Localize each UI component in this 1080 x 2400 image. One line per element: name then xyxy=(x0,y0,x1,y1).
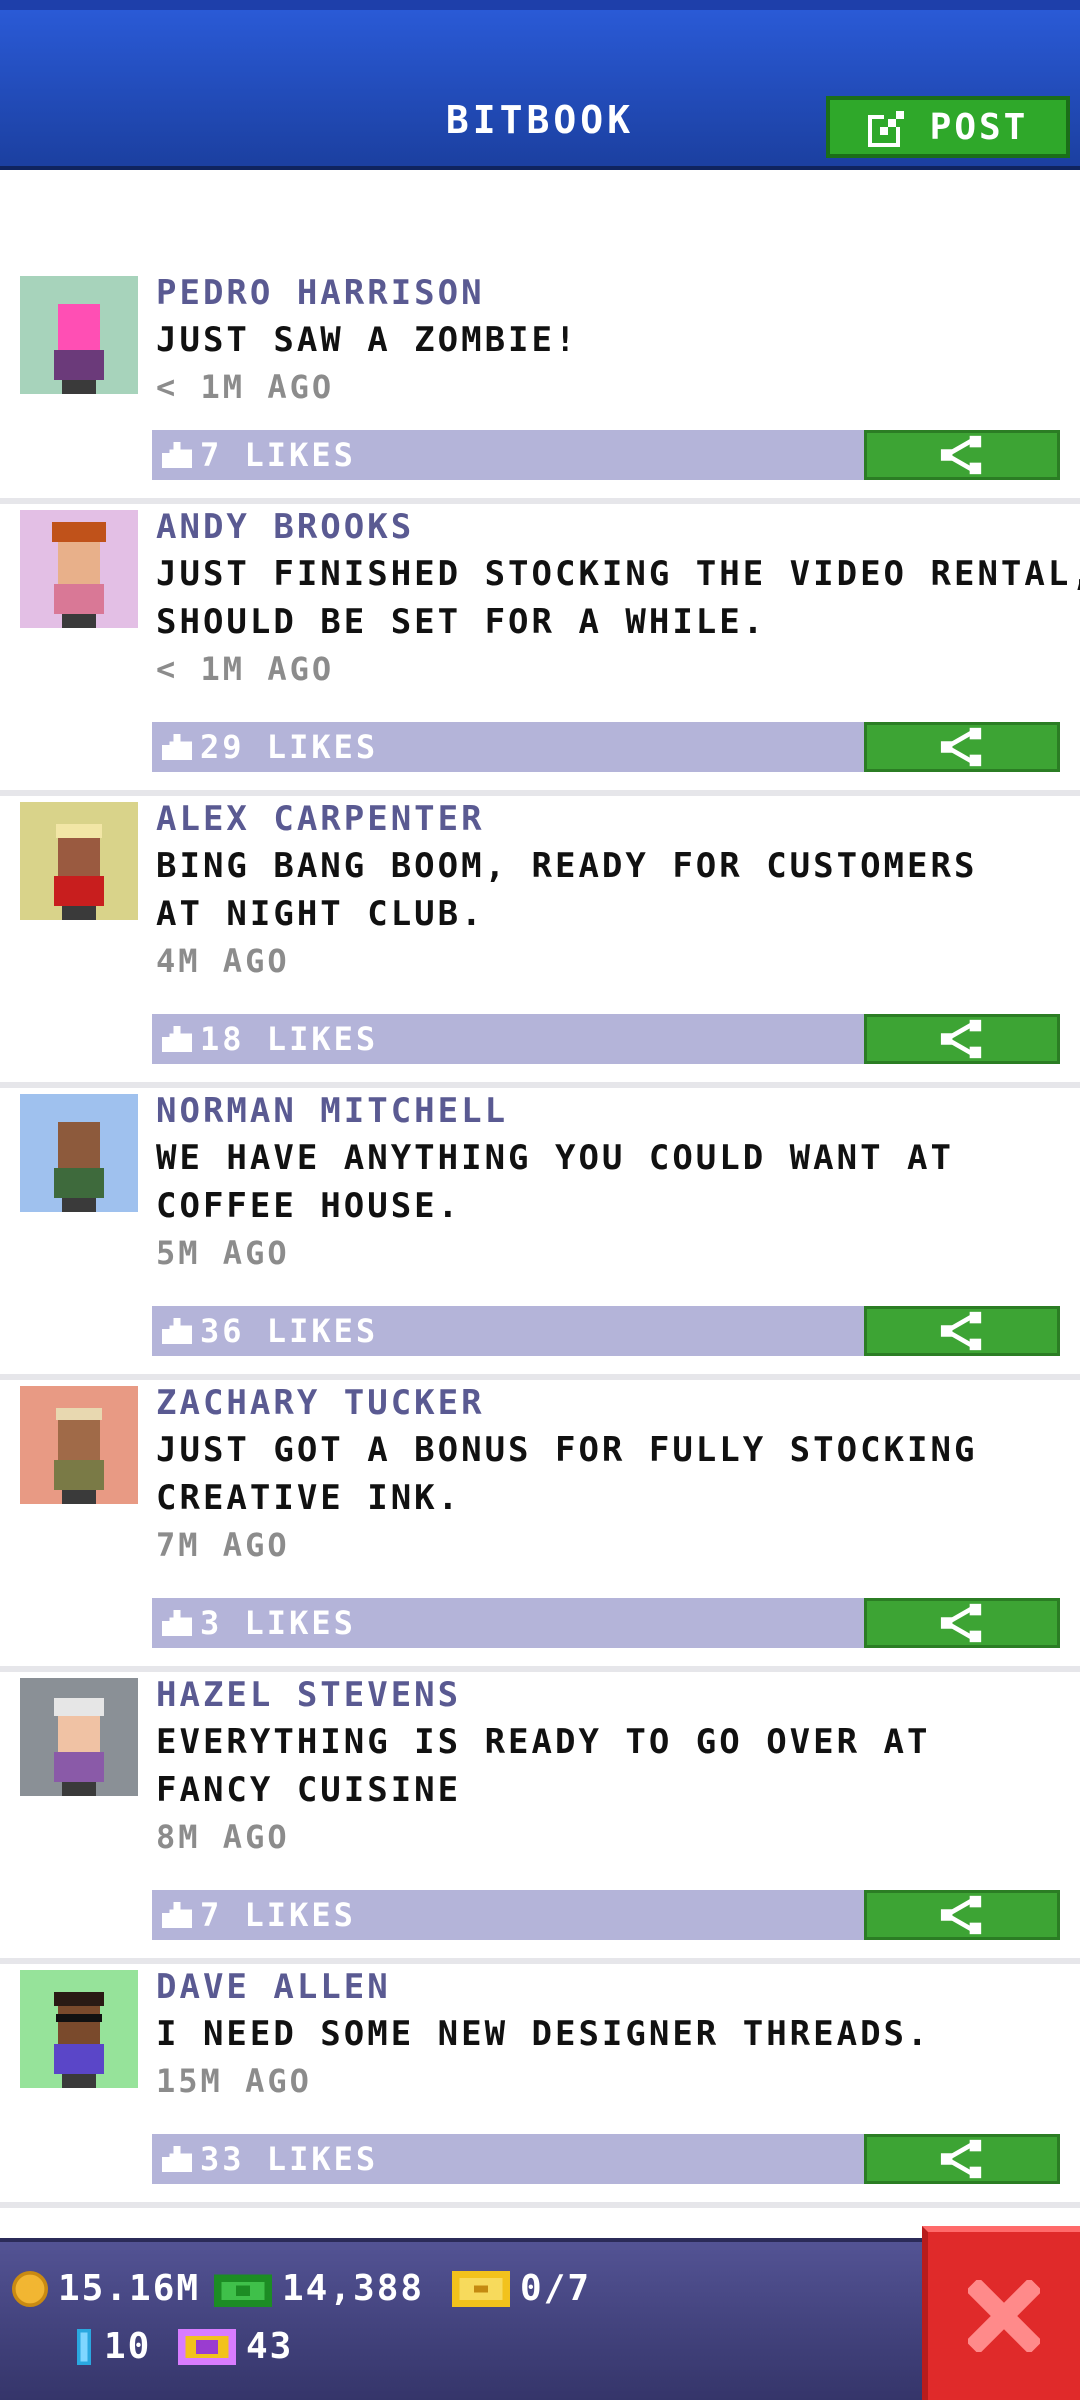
share-button[interactable] xyxy=(864,1890,1060,1940)
vip-ticket-icon xyxy=(178,2328,236,2365)
share-button[interactable] xyxy=(864,430,1060,480)
like-button[interactable]: 3 LIKES xyxy=(152,1598,864,1648)
share-icon xyxy=(940,2139,982,2179)
coin-icon xyxy=(12,2270,48,2307)
post-button[interactable]: POST xyxy=(826,96,1070,158)
post-author[interactable]: ALEX CARPENTER xyxy=(156,796,1058,842)
like-button[interactable]: 7 LIKES xyxy=(152,1890,864,1940)
post-message: JUST FINISHED STOCKING THE VIDEO RENTAL, xyxy=(156,554,1080,594)
avatar[interactable] xyxy=(20,802,138,920)
post-time: 7M AGO xyxy=(156,1526,290,1564)
feed-post: ALEX CARPENTER BING BANG BOOM, READY FOR… xyxy=(0,796,1080,1088)
bux-stat: 10 xyxy=(74,2326,151,2367)
post-author[interactable]: HAZEL STEVENS xyxy=(156,1672,1058,1718)
feed-post: NORMAN MITCHELL WE HAVE ANYTHING YOU COU… xyxy=(0,1088,1080,1380)
feed-post: PEDRO HARRISON JUST SAW A ZOMBIE! < 1M A… xyxy=(0,270,1080,504)
like-count: 7 LIKES xyxy=(200,1896,356,1934)
ticket-icon xyxy=(452,2270,510,2307)
share-icon xyxy=(940,435,982,475)
close-icon xyxy=(968,2280,1040,2352)
like-button[interactable]: 33 LIKES xyxy=(152,2134,864,2184)
like-count: 3 LIKES xyxy=(200,1604,356,1642)
thumbs-up-icon xyxy=(162,442,192,468)
share-icon xyxy=(940,1311,982,1351)
thumbs-up-icon xyxy=(162,734,192,760)
vip-value: 43 xyxy=(246,2326,294,2367)
thumbs-up-icon xyxy=(162,1026,192,1052)
feed-post: HAZEL STEVENS EVERYTHING IS READY TO GO … xyxy=(0,1672,1080,1964)
avatar[interactable] xyxy=(20,1386,138,1504)
like-button[interactable]: 18 LIKES xyxy=(152,1014,864,1064)
post-message: BING BANG BOOM, READY FOR CUSTOMERS xyxy=(156,846,978,886)
like-button[interactable]: 29 LIKES xyxy=(152,722,864,772)
post-author[interactable]: ANDY BROOKS xyxy=(156,504,1058,550)
bux-value: 10 xyxy=(104,2326,152,2367)
vip-stat: 43 xyxy=(178,2326,293,2367)
thumbs-up-icon xyxy=(162,1610,192,1636)
post-message: JUST GOT A BONUS FOR FULLY STOCKING xyxy=(156,1430,978,1470)
avatar[interactable] xyxy=(20,1678,138,1796)
coins-value: 15.16M xyxy=(58,2268,201,2309)
share-button[interactable] xyxy=(864,1306,1060,1356)
share-icon xyxy=(940,727,982,767)
post-message: I NEED SOME NEW DESIGNER THREADS. xyxy=(156,2014,931,2054)
post-author[interactable]: PEDRO HARRISON xyxy=(156,270,1058,316)
share-icon xyxy=(940,1603,982,1643)
like-button[interactable]: 7 LIKES xyxy=(152,430,864,480)
post-author[interactable]: NORMAN MITCHELL xyxy=(156,1088,1058,1134)
app-header: BITBOOK POST xyxy=(0,0,1080,170)
close-button[interactable] xyxy=(922,2226,1080,2400)
share-button[interactable] xyxy=(864,722,1060,772)
like-count: 36 LIKES xyxy=(200,1312,379,1350)
post-time: 15M AGO xyxy=(156,2062,312,2100)
like-count: 7 LIKES xyxy=(200,436,356,474)
cash-value: 14,388 xyxy=(282,2268,425,2309)
post-time: 8M AGO xyxy=(156,1818,290,1856)
post-button-label: POST xyxy=(929,106,1029,148)
share-icon xyxy=(940,1019,982,1059)
edit-icon xyxy=(867,111,904,147)
post-message: CREATIVE INK. xyxy=(156,1478,462,1518)
share-button[interactable] xyxy=(864,1598,1060,1648)
post-message: SHOULD BE SET FOR A WHILE. xyxy=(156,602,767,642)
thumbs-up-icon xyxy=(162,2146,192,2172)
post-time: < 1M AGO xyxy=(156,368,335,406)
feed-post: ANDY BROOKS JUST FINISHED STOCKING THE V… xyxy=(0,504,1080,796)
avatar[interactable] xyxy=(20,1970,138,2088)
feed-post: ZACHARY TUCKER JUST GOT A BONUS FOR FULL… xyxy=(0,1380,1080,1672)
like-count: 33 LIKES xyxy=(200,2140,379,2178)
post-message: WE HAVE ANYTHING YOU COULD WANT AT xyxy=(156,1138,954,1178)
coins-stat: 15.16M xyxy=(12,2268,200,2309)
share-button[interactable] xyxy=(864,2134,1060,2184)
like-count: 18 LIKES xyxy=(200,1020,379,1058)
share-icon xyxy=(940,1895,982,1935)
cash-icon xyxy=(214,2274,272,2307)
tickets-stat: 0/7 xyxy=(452,2268,591,2309)
tickets-value: 0/7 xyxy=(520,2268,592,2309)
share-button[interactable] xyxy=(864,1014,1060,1064)
status-bar: 15.16M 14,388 0/7 10 43 xyxy=(0,2238,1080,2400)
news-feed[interactable]: PEDRO HARRISON JUST SAW A ZOMBIE! < 1M A… xyxy=(0,270,1080,2208)
post-message: JUST SAW A ZOMBIE! xyxy=(156,320,579,360)
like-count: 29 LIKES xyxy=(200,728,379,766)
avatar[interactable] xyxy=(20,276,138,394)
thumbs-up-icon xyxy=(162,1318,192,1344)
post-message: COFFEE HOUSE. xyxy=(156,1186,462,1226)
feed-post: DAVE ALLEN I NEED SOME NEW DESIGNER THRE… xyxy=(0,1964,1080,2208)
post-author[interactable]: DAVE ALLEN xyxy=(156,1964,1058,2010)
post-message: AT NIGHT CLUB. xyxy=(156,894,485,934)
avatar[interactable] xyxy=(20,510,138,628)
thumbs-up-icon xyxy=(162,1902,192,1928)
like-button[interactable]: 36 LIKES xyxy=(152,1306,864,1356)
post-author[interactable]: ZACHARY TUCKER xyxy=(156,1380,1058,1426)
avatar[interactable] xyxy=(20,1094,138,1212)
post-message: EVERYTHING IS READY TO GO OVER AT xyxy=(156,1722,931,1762)
post-message: FANCY CUISINE xyxy=(156,1770,462,1810)
cash-stat: 14,388 xyxy=(214,2268,424,2309)
bux-icon xyxy=(76,2328,92,2365)
post-time: 5M AGO xyxy=(156,1234,290,1272)
post-time: 4M AGO xyxy=(156,942,290,980)
post-time: < 1M AGO xyxy=(156,650,335,688)
